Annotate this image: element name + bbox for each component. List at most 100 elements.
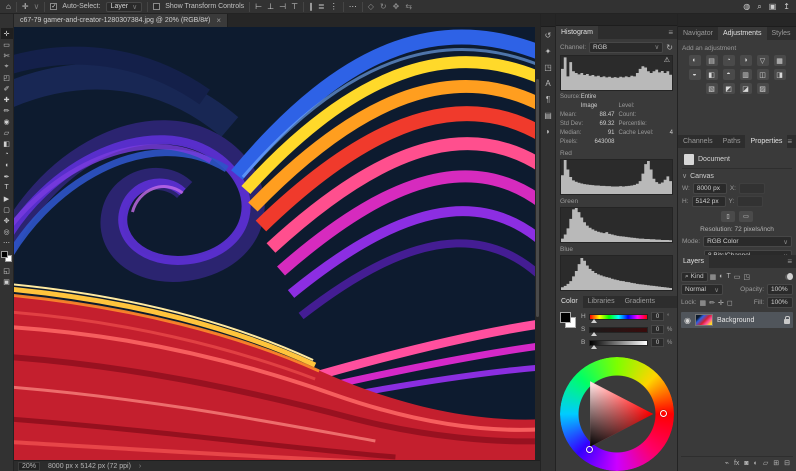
fill-field[interactable]: 100% bbox=[767, 297, 793, 308]
crop-tool[interactable]: ◰ bbox=[1, 72, 13, 83]
red-histogram[interactable] bbox=[560, 159, 673, 195]
filter-pixel-layers-icon[interactable]: ▦ bbox=[710, 273, 717, 281]
gradient-tool[interactable]: ◧ bbox=[1, 138, 13, 149]
clone-stamp-tool[interactable]: ◉ bbox=[1, 116, 13, 127]
search-icon[interactable]: ⌕ bbox=[757, 3, 761, 11]
auto-select-target-dropdown[interactable]: Layer∨ bbox=[106, 2, 143, 12]
selective-color-adjustment-icon[interactable]: ▨ bbox=[757, 83, 769, 94]
color-mode-select[interactable]: RGB Color∨ bbox=[703, 236, 792, 247]
color-balance-adjustment-icon[interactable]: ◒ bbox=[689, 69, 701, 80]
lasso-tool[interactable]: ✄ bbox=[1, 50, 13, 61]
canvas-image[interactable] bbox=[14, 27, 540, 460]
filter-type-layers-icon[interactable]: T bbox=[727, 273, 731, 281]
cloud-documents-icon[interactable]: ◍ bbox=[743, 3, 750, 11]
brightness-slider[interactable] bbox=[589, 340, 648, 346]
align-right-icon[interactable]: ⊣ bbox=[279, 3, 286, 11]
move-tool[interactable]: ✛ bbox=[1, 28, 13, 39]
filter-adjustment-layers-icon[interactable]: ◐ bbox=[719, 273, 723, 281]
layer-visibility-eye-icon[interactable]: ◉ bbox=[684, 316, 691, 325]
rectangle-tool[interactable]: ▢ bbox=[1, 204, 13, 215]
lock-artboard-icon[interactable]: ◻ bbox=[727, 299, 733, 307]
chevron-down-icon[interactable]: ∨ bbox=[682, 172, 687, 180]
orientation-landscape-button[interactable]: ▭ bbox=[739, 211, 753, 222]
healing-brush-tool[interactable]: ✚ bbox=[1, 94, 13, 105]
rgb-histogram[interactable]: ⚠ bbox=[560, 55, 673, 91]
color-swatches[interactable] bbox=[560, 312, 576, 328]
color-wheel[interactable] bbox=[560, 357, 674, 471]
canvas-height-field[interactable]: 5142 px bbox=[692, 196, 726, 207]
vibrance-adjustment-icon[interactable]: ▽ bbox=[757, 55, 769, 66]
tab-paths[interactable]: Paths bbox=[718, 135, 746, 148]
foreground-color-swatch[interactable] bbox=[560, 312, 571, 323]
type-tool[interactable]: T bbox=[1, 182, 13, 193]
edit-toolbar[interactable]: ⋯ bbox=[1, 237, 13, 248]
share-icon[interactable]: ↥ bbox=[783, 3, 790, 11]
filter-smart-objects-icon[interactable]: ◳ bbox=[743, 273, 750, 281]
cached-data-warning-icon[interactable]: ⚠ bbox=[664, 57, 670, 64]
layer-name[interactable]: Background bbox=[717, 317, 754, 324]
canvas[interactable] bbox=[14, 27, 540, 460]
orientation-portrait-button[interactable]: ▯ bbox=[721, 211, 735, 222]
tab-libraries[interactable]: Libraries bbox=[583, 296, 620, 308]
path-selection-tool[interactable]: ▶ bbox=[1, 193, 13, 204]
source-select[interactable]: Entire Image bbox=[581, 93, 615, 111]
distribute-space-icon[interactable]: ⋮ bbox=[330, 3, 338, 11]
chevron-down-icon[interactable]: ∨ bbox=[34, 2, 40, 11]
document-info[interactable]: 8000 px x 5142 px (72 ppi) bbox=[48, 463, 131, 470]
status-arrow-icon[interactable]: › bbox=[139, 463, 141, 470]
lock-position-icon[interactable]: ✛ bbox=[718, 299, 724, 307]
libraries-panel-icon[interactable]: ▤ bbox=[541, 107, 555, 123]
canvas-x-field[interactable] bbox=[739, 183, 765, 194]
blur-tool[interactable]: ◔ bbox=[1, 149, 13, 160]
threshold-adjustment-icon[interactable]: ◩ bbox=[723, 83, 735, 94]
layer-thumbnail[interactable] bbox=[695, 314, 713, 326]
auto-select-checkbox[interactable]: ✓ bbox=[50, 3, 57, 10]
brightness-contrast-adjustment-icon[interactable]: ◐ bbox=[689, 55, 701, 66]
brush-settings-panel-icon[interactable]: ✦ bbox=[541, 43, 555, 59]
hand-tool[interactable]: ✥ bbox=[1, 215, 13, 226]
adjustment-layer-icon[interactable]: ◐ bbox=[754, 460, 758, 467]
zoom-level-field[interactable]: 20% bbox=[18, 462, 40, 471]
channel-select[interactable]: RGB∨ bbox=[589, 42, 663, 53]
document-tab[interactable]: c67-79 gamer-and-creator-1280307384.jpg … bbox=[14, 14, 228, 27]
saturation-slider[interactable] bbox=[589, 327, 648, 333]
levels-adjustment-icon[interactable]: ▤ bbox=[706, 55, 718, 66]
paragraph-panel-icon[interactable]: ¶ bbox=[541, 91, 555, 107]
channel-mixer-adjustment-icon[interactable]: ▥ bbox=[740, 69, 752, 80]
dodge-tool[interactable]: ◖ bbox=[1, 160, 13, 171]
hue-value-field[interactable]: 0 bbox=[651, 312, 664, 321]
exposure-adjustment-icon[interactable]: ◑ bbox=[740, 55, 752, 66]
arrange-icon[interactable]: ◇ bbox=[368, 3, 374, 11]
color-swatches[interactable] bbox=[1, 251, 12, 262]
canvas-width-field[interactable]: 8000 px bbox=[693, 183, 727, 194]
align-top-icon[interactable]: ⊤ bbox=[291, 3, 298, 11]
blend-mode-select[interactable]: Normal∨ bbox=[681, 284, 723, 295]
blue-histogram[interactable] bbox=[560, 255, 673, 291]
gradient-map-adjustment-icon[interactable]: ◪ bbox=[740, 83, 752, 94]
posterize-adjustment-icon[interactable]: ▧ bbox=[706, 83, 718, 94]
hue-slider[interactable] bbox=[589, 314, 648, 320]
tab-histogram[interactable]: Histogram bbox=[556, 26, 598, 38]
home-icon[interactable]: ⌂ bbox=[6, 3, 11, 11]
tab-adjustments[interactable]: Adjustments bbox=[718, 27, 767, 40]
curves-adjustment-icon[interactable]: ◔ bbox=[723, 55, 735, 66]
brush-tool[interactable]: ✏ bbox=[1, 105, 13, 116]
tab-navigator[interactable]: Navigator bbox=[678, 27, 718, 40]
layer-effects-icon[interactable]: fx bbox=[734, 460, 739, 467]
new-layer-icon[interactable]: ⊞ bbox=[773, 459, 779, 467]
flip-icon[interactable]: ⇆ bbox=[405, 3, 412, 11]
history-panel-icon[interactable]: ↺ bbox=[541, 27, 555, 43]
layer-group-icon[interactable]: ▱ bbox=[763, 459, 768, 467]
filter-shape-layers-icon[interactable]: ▭ bbox=[734, 273, 741, 281]
photo-filter-adjustment-icon[interactable]: ◓ bbox=[723, 69, 735, 80]
pen-tool[interactable]: ✒ bbox=[1, 171, 13, 182]
invert-adjustment-icon[interactable]: ◨ bbox=[774, 69, 786, 80]
layer-filter-toggle[interactable] bbox=[785, 274, 793, 280]
rotate-view-icon[interactable]: ↻ bbox=[380, 3, 387, 11]
distribute-v-icon[interactable]: ≣ bbox=[318, 3, 325, 11]
move-tool-icon[interactable]: ✛ bbox=[22, 3, 29, 11]
tab-properties[interactable]: Properties bbox=[745, 135, 787, 148]
sb-selector[interactable] bbox=[586, 446, 593, 453]
layer-lock-icon[interactable] bbox=[784, 319, 790, 324]
tab-channels[interactable]: Channels bbox=[678, 135, 718, 148]
